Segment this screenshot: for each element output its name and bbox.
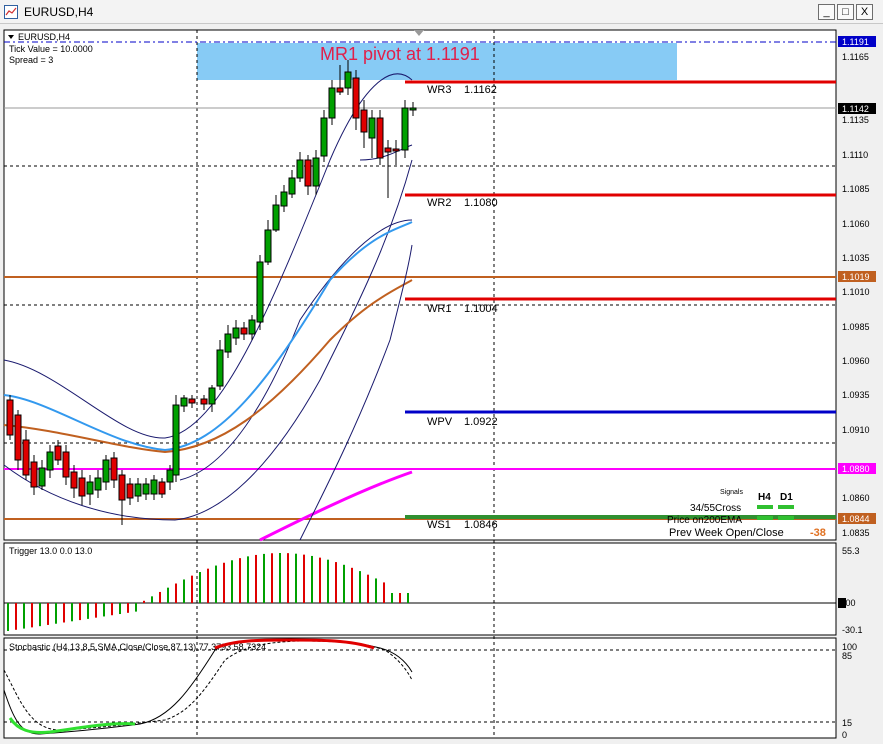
- signals-row-200ema: Price on200EMA: [667, 515, 742, 526]
- signals-row-prev-week: Prev Week Open/Close: [669, 527, 784, 539]
- price-tick-3: 1.1110: [842, 150, 868, 160]
- signals-prev-week-value: -38: [810, 527, 826, 539]
- stoch-tick-0: 0: [842, 730, 847, 740]
- price-tick-resistance: 1.1019: [842, 272, 870, 282]
- wpv-label: WPV: [427, 416, 453, 428]
- wr1-label: WR1: [427, 303, 451, 315]
- price-axis: 1.1191 1.1165 1.1142 1.1135 1.1110 1.108…: [838, 36, 876, 538]
- price-tick-support: 1.0844: [842, 514, 870, 524]
- price-tick-6: 1.1035: [842, 253, 870, 263]
- wr3-value: 1.1162: [464, 84, 497, 96]
- price-tick-13: 1.0835: [842, 528, 870, 538]
- window-title: EURUSD,H4: [24, 5, 94, 19]
- price-tick-10: 1.0935: [842, 390, 870, 400]
- signals-col-d1: D1: [780, 492, 793, 503]
- symbol-label: EURUSD,H4: [18, 32, 70, 42]
- trigger-tick-zero: 0.00: [838, 598, 856, 608]
- ws1-label: WS1: [427, 519, 451, 531]
- wr3-label: WR3: [427, 84, 451, 96]
- chart-app-icon: [4, 5, 18, 19]
- price-tick-current: 1.1142: [842, 104, 869, 114]
- price-tick-2: 1.1135: [842, 115, 869, 125]
- stoch-tick-85: 85: [842, 651, 852, 661]
- main-panel: [3, 29, 837, 541]
- trigger-label: Trigger 13.0 0.0 13.0: [9, 546, 92, 556]
- trigger-tick-max: 55.3: [842, 546, 860, 556]
- price-tick-8: 1.0985: [842, 322, 870, 332]
- tick-value-label: Tick Value = 10.0000: [9, 44, 93, 54]
- maximize-button[interactable]: □: [837, 4, 854, 20]
- window-titlebar: EURUSD,H4 _ □ X: [0, 0, 883, 24]
- price-tick-mr1: 1.1191: [842, 37, 869, 47]
- trigger-panel: [3, 542, 837, 636]
- price-tick-9: 1.0960: [842, 356, 870, 366]
- signals-col-h4: H4: [758, 492, 771, 503]
- price-tick-5: 1.1060: [842, 219, 870, 229]
- wr2-label: WR2: [427, 197, 451, 209]
- chart-area[interactable]: MR1 pivot at 1.1191 WR3 1.1162 WR2 1.108…: [0, 24, 883, 744]
- signals-row-34-55: 34/55Cross: [690, 503, 741, 514]
- trigger-tick-min: -30.1: [842, 625, 863, 635]
- stoch-tick-15: 15: [842, 718, 852, 728]
- ws1-value: 1.0846: [464, 519, 498, 531]
- price-tick-magenta: 1.0880: [842, 464, 870, 474]
- price-tick-1: 1.1165: [842, 52, 869, 62]
- pivot-banner-text: MR1 pivot at 1.1191: [320, 44, 480, 64]
- minimize-button[interactable]: _: [818, 4, 835, 20]
- close-button[interactable]: X: [856, 4, 873, 20]
- spread-label: Spread = 3: [9, 55, 53, 65]
- price-tick-11: 1.0910: [842, 425, 870, 435]
- price-tick-4: 1.1085: [842, 184, 870, 194]
- signals-title: Signals: [720, 489, 743, 496]
- wr2-value: 1.1080: [464, 197, 498, 209]
- wr1-value: 1.1004: [464, 303, 498, 315]
- price-tick-12: 1.0860: [842, 493, 870, 503]
- price-tick-7: 1.1010: [842, 287, 870, 297]
- wpv-value: 1.0922: [464, 416, 498, 428]
